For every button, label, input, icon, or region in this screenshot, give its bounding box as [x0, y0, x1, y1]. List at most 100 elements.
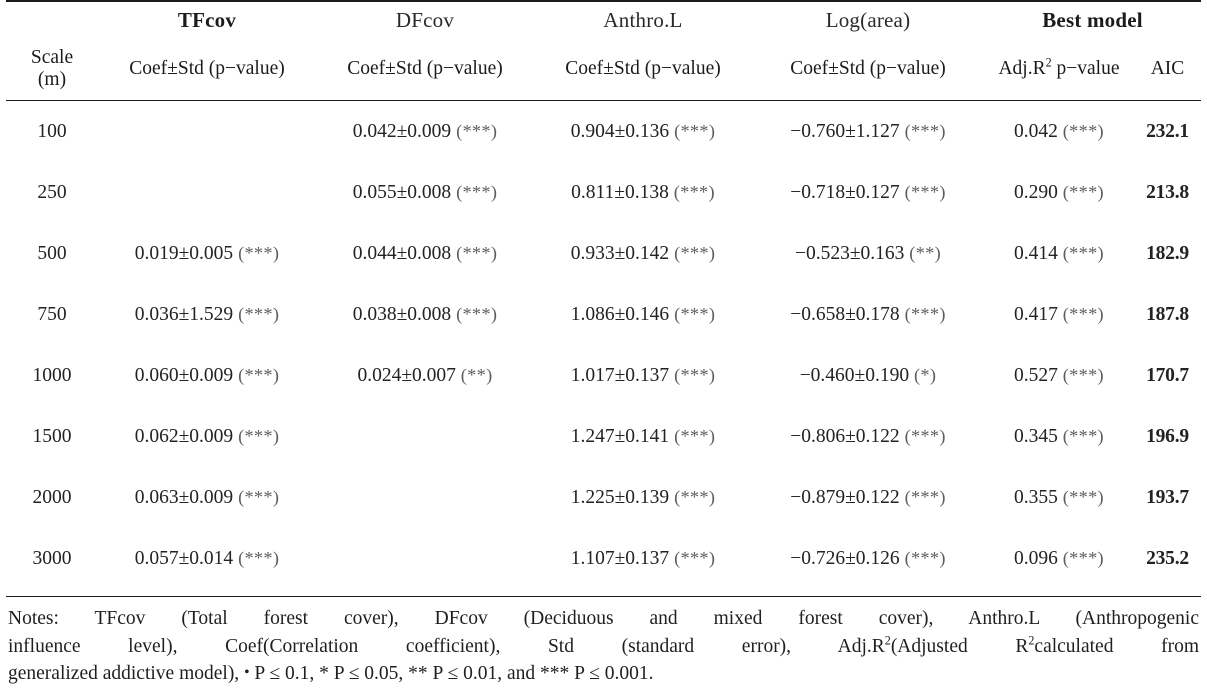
column-header-aic: AIC	[1134, 38, 1202, 101]
cell-dfcov: 0.042±0.009 (***)	[316, 101, 534, 163]
cell-anthro-l: 1.247±0.141 (***)	[534, 406, 752, 467]
significance-tfcov: (***)	[238, 486, 280, 507]
value-tfcov: 0.060±0.009	[134, 364, 234, 386]
significance-log-area: (***)	[904, 425, 946, 446]
significance-anthro-l: (***)	[674, 364, 716, 385]
value-anthro-l: 1.225±0.139	[570, 486, 670, 508]
cell-dfcov	[316, 406, 534, 467]
cell-dfcov: 0.024±0.007 (**)	[316, 345, 534, 406]
significance-dfcov: (***)	[456, 120, 498, 141]
cell-anthro-l: 0.933±0.142 (***)	[534, 223, 752, 284]
notes-line-2-part-c: calculated from	[1034, 635, 1199, 657]
cell-log-area: −0.760±1.127 (***)	[752, 101, 984, 163]
adj-r2-suffix: p−value	[1051, 58, 1120, 79]
value-log-area: −0.460±0.190	[799, 364, 910, 386]
group-header-blank	[6, 0, 98, 38]
cell-scale: 250	[37, 181, 67, 203]
table-notes: Notes: TFcov (Total forest cover), DFcov…	[6, 596, 1201, 688]
cell-aic: 232.1	[1146, 120, 1189, 142]
cell-aic: 193.7	[1146, 486, 1189, 508]
value-anthro-l: 1.086±0.146	[570, 303, 670, 325]
significance-adj-r2: (***)	[1062, 181, 1104, 202]
significance-adj-r2: (***)	[1062, 303, 1104, 324]
cell-log-area: −0.726±0.126 (***)	[752, 528, 984, 589]
significance-anthro-l: (***)	[674, 547, 716, 568]
scale-label-line1: Scale	[30, 46, 74, 68]
value-adj-r2: 0.414	[1014, 242, 1058, 264]
cell-anthro-l: 1.086±0.146 (***)	[534, 284, 752, 345]
group-header-tfcov: TFcov	[98, 0, 316, 38]
significance-tfcov: (***)	[238, 425, 280, 446]
value-anthro-l: 1.017±0.137	[570, 364, 670, 386]
significance-anthro-l: (***)	[673, 181, 715, 202]
significance-anthro-l: (***)	[674, 303, 716, 324]
notes-line-1: Notes: TFcov (Total forest cover), DFcov…	[8, 608, 1199, 629]
significance-anthro-l: (***)	[674, 486, 716, 507]
table-row: 3000 0.057±0.014 (***) 1.107±0.137 (***) −…	[6, 528, 1201, 589]
group-header-dfcov: DFcov	[316, 0, 534, 38]
notes-line-3: generalized addictive model), • P ≤ 0.1,…	[8, 660, 1199, 688]
significance-log-area: (***)	[904, 547, 946, 568]
value-anthro-l: 0.933±0.142	[570, 242, 670, 264]
notes-line-3-part-a: generalized addictive model),	[8, 663, 245, 685]
significance-tfcov: (***)	[238, 242, 280, 263]
cell-tfcov	[98, 162, 316, 223]
cell-scale: 1000	[32, 364, 72, 386]
table-container: TFcov DFcov Anthro.L Log(area) Best mode…	[0, 0, 1207, 693]
cell-tfcov: 0.036±1.529 (***)	[98, 284, 316, 345]
significance-dfcov: (**)	[460, 364, 493, 385]
value-log-area: −0.726±0.126	[790, 547, 900, 569]
significance-log-area: (***)	[904, 486, 946, 507]
significance-anthro-l: (***)	[674, 120, 716, 141]
value-anthro-l: 1.247±0.141	[570, 425, 670, 447]
cell-tfcov: 0.057±0.014 (***)	[98, 528, 316, 589]
group-header-log-area: Log(area)	[752, 0, 984, 38]
cell-tfcov: 0.019±0.005 (***)	[98, 223, 316, 284]
value-dfcov: 0.044±0.008	[352, 242, 452, 264]
cell-log-area: −0.879±0.122 (***)	[752, 467, 984, 528]
table-row: 100 0.042±0.009 (***) 0.904±0.136 (***) −0…	[6, 101, 1201, 163]
value-log-area: −0.806±0.122	[790, 425, 900, 447]
significance-log-area: (**)	[909, 242, 942, 263]
adj-r2-prefix: Adj.R	[998, 58, 1046, 79]
value-log-area: −0.658±0.178	[790, 303, 900, 325]
notes-line-2-part-a: influence level), Coef(Correlation coeff…	[8, 635, 885, 657]
value-adj-r2: 0.527	[1014, 364, 1058, 386]
value-anthro-l: 1.107±0.137	[570, 547, 670, 569]
cell-adj-r2: 0.414 (***)	[984, 223, 1134, 284]
sub-header-row: Scale (m) Coef±Std (p−value) Coef±Std (p…	[6, 38, 1202, 101]
group-header-anthro-l: Anthro.L	[534, 0, 752, 38]
notes-line-3-part-b: P ≤ 0.1, * P ≤ 0.05, ** P ≤ 0.01, and **…	[249, 663, 654, 685]
cell-adj-r2: 0.527 (***)	[984, 345, 1134, 406]
value-dfcov: 0.038±0.008	[352, 303, 452, 325]
value-adj-r2: 0.417	[1014, 303, 1058, 325]
value-tfcov: 0.062±0.009	[134, 425, 234, 447]
significance-tfcov: (***)	[238, 547, 280, 568]
cell-aic: 196.9	[1146, 425, 1189, 447]
cell-tfcov: 0.062±0.009 (***)	[98, 406, 316, 467]
value-tfcov: 0.063±0.009	[134, 486, 234, 508]
value-anthro-l: 0.904±0.136	[570, 120, 670, 142]
significance-anthro-l: (***)	[674, 242, 716, 263]
significance-adj-r2: (***)	[1062, 486, 1104, 507]
value-tfcov: 0.019±0.005	[134, 242, 234, 264]
value-log-area: −0.879±0.122	[790, 486, 900, 508]
cell-aic: 213.8	[1146, 181, 1189, 203]
cell-anthro-l: 1.225±0.139 (***)	[534, 467, 752, 528]
significance-log-area: (***)	[904, 181, 946, 202]
cell-aic: 182.9	[1146, 242, 1189, 264]
cell-aic: 187.8	[1146, 303, 1189, 325]
cell-tfcov: 0.060±0.009 (***)	[98, 345, 316, 406]
cell-log-area: −0.806±0.122 (***)	[752, 406, 984, 467]
column-header-logarea-coef: Coef±Std (p−value)	[752, 38, 984, 101]
cell-aic: 235.2	[1146, 547, 1189, 569]
significance-tfcov: (***)	[238, 364, 280, 385]
value-dfcov: 0.024±0.007	[357, 364, 456, 386]
cell-adj-r2: 0.417 (***)	[984, 284, 1134, 345]
value-anthro-l: 0.811±0.138	[571, 181, 669, 203]
significance-dfcov: (***)	[456, 303, 498, 324]
cell-adj-r2: 0.042 (***)	[984, 101, 1134, 163]
column-header-tfcov-coef: Coef±Std (p−value)	[98, 38, 316, 101]
cell-anthro-l: 0.811±0.138 (***)	[534, 162, 752, 223]
cell-log-area: −0.658±0.178 (***)	[752, 284, 984, 345]
